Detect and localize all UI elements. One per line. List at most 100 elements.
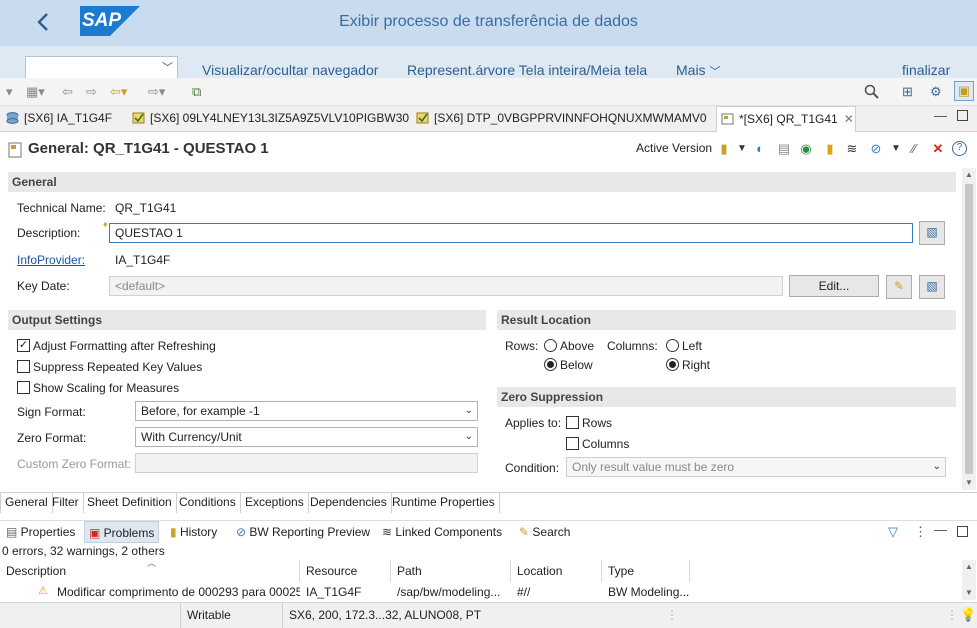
problems-summary: 0 errors, 32 warnings, 2 others: [2, 544, 165, 558]
maximize-icon[interactable]: [957, 110, 968, 121]
sap-header: SAP Exibir processo de transferência de …: [0, 0, 977, 46]
editor-tab-bar: [SX6] IA_T1G4F [SX6] 09LY4LNEY13L3IZ5A9Z…: [0, 106, 977, 132]
page-title: Exibir processo de transferência de dado…: [339, 13, 638, 30]
key-date-field[interactable]: <default>: [109, 276, 783, 296]
scroll-up-icon[interactable]: ▲: [965, 170, 973, 179]
activate-icon[interactable]: ▮: [822, 141, 838, 157]
infoprovider-link[interactable]: InfoProvider:: [17, 253, 85, 267]
chevron-down-icon[interactable]: ▼: [734, 141, 750, 157]
edit-button[interactable]: Edit...: [789, 275, 879, 297]
translate-button[interactable]: ▧: [919, 221, 945, 245]
tab-sheet-definition[interactable]: Sheet Definition: [83, 493, 177, 513]
zero-format-select[interactable]: With Currency/Unit ⌄: [135, 427, 478, 447]
tab-infoprovider[interactable]: [SX6] IA_T1G4F: [2, 106, 127, 132]
redo-icon[interactable]: ⇨: [86, 83, 97, 101]
bw-modeling-perspective-icon[interactable]: ▣: [954, 81, 974, 101]
sort-up-icon: ︿: [147, 558, 157, 568]
history-icon: ▮: [170, 525, 180, 539]
tab-label: Search: [532, 525, 571, 539]
chevron-down-icon[interactable]: ▼: [888, 141, 904, 157]
scroll-up-icon[interactable]: ▲: [965, 562, 973, 571]
menu-finish[interactable]: finalizar: [902, 62, 950, 78]
delete-icon[interactable]: ✕: [930, 141, 946, 157]
tip-icon[interactable]: 💡: [960, 607, 976, 623]
link-icon[interactable]: ⁄⁄: [906, 141, 922, 157]
back-nav-icon[interactable]: ⇦▾: [110, 83, 127, 101]
col-path[interactable]: Path: [391, 560, 511, 582]
tab-query-active[interactable]: *[SX6] QR_T1G41 ✕: [716, 106, 856, 132]
zero-columns-label: Columns: [582, 437, 630, 451]
forward-nav-icon[interactable]: ⇨▾: [148, 83, 165, 101]
query-icon: [8, 142, 22, 158]
tab-search[interactable]: ✎ Search: [519, 521, 570, 543]
tab-dtp[interactable]: [SX6] DTP_0VBGPPRVINNFOHQNUXMWMAMV0: [412, 106, 712, 132]
tab-conditions[interactable]: Conditions: [175, 493, 241, 513]
custom-zero-format-field: [135, 453, 478, 473]
editor-scrollbar[interactable]: ▲ ▼: [962, 168, 976, 490]
view-menu-icon[interactable]: ⋮: [914, 524, 927, 540]
suppress-repeated-checkbox[interactable]: [17, 360, 30, 373]
command-combo[interactable]: ﹀: [25, 56, 178, 80]
show-scaling-checkbox[interactable]: [17, 381, 30, 394]
zero-columns-checkbox[interactable]: [566, 437, 579, 450]
condition-value: Only result value must be zero: [572, 460, 735, 474]
rows-above-radio[interactable]: [544, 339, 557, 352]
rows-below-radio[interactable]: [544, 358, 557, 371]
suppress-repeated-label: Suppress Repeated Key Values: [33, 360, 203, 374]
bw-perspective-icon[interactable]: ⚙: [930, 83, 942, 101]
col-type[interactable]: Type: [602, 560, 690, 582]
scroll-down-icon[interactable]: ▼: [965, 588, 973, 597]
tab-problems[interactable]: ▣ Problems: [84, 521, 160, 543]
version-icon[interactable]: ▮: [716, 141, 732, 157]
tab-transformation[interactable]: [SX6] 09LY4LNEY13L3IZ5A9Z5VLV10PIGBW30: [128, 106, 409, 132]
dropdown-icon[interactable]: ▾: [6, 83, 13, 101]
close-tab-icon[interactable]: ✕: [844, 112, 854, 126]
where-used-icon[interactable]: ≋: [844, 141, 860, 157]
undo-icon[interactable]: ⇦: [62, 83, 73, 101]
query-icon: [721, 113, 734, 125]
refresh-icon[interactable]: ◐: [752, 141, 768, 157]
minimize-icon[interactable]: —: [934, 108, 947, 123]
menu-toggle-navigator[interactable]: Visualizar/ocultar navegador: [202, 62, 378, 78]
tab-exceptions[interactable]: Exceptions: [241, 493, 309, 513]
minimize-icon[interactable]: —: [934, 522, 947, 537]
scroll-down-icon[interactable]: ▼: [965, 478, 973, 487]
chevron-down-icon: ﹀: [162, 62, 173, 74]
menu-more[interactable]: Mais ﹀: [676, 62, 720, 79]
scroll-thumb[interactable]: [965, 184, 973, 474]
new-window-icon[interactable]: ⧉: [192, 83, 201, 101]
maximize-icon[interactable]: [957, 526, 968, 537]
col-location[interactable]: Location: [511, 560, 602, 582]
perspective-icon[interactable]: ⊞: [902, 83, 913, 101]
zero-rows-checkbox[interactable]: [566, 416, 579, 429]
problems-scrollbar[interactable]: ▲ ▼: [962, 560, 976, 600]
col-resource[interactable]: Resource: [300, 560, 391, 582]
sign-format-select[interactable]: Before, for example -1 ⌄: [135, 401, 478, 421]
result-location-header: Result Location: [497, 310, 956, 330]
save-icon[interactable]: ▦▾: [26, 83, 45, 101]
columns-left-radio[interactable]: [666, 339, 679, 352]
variable-icon[interactable]: ▧: [919, 275, 945, 299]
tab-bw-reporting-preview[interactable]: ⊘ BW Reporting Preview: [236, 521, 370, 543]
filter-icon[interactable]: ▽: [888, 524, 898, 540]
tab-runtime-properties[interactable]: Runtime Properties: [388, 493, 500, 513]
print-icon[interactable]: ▤: [776, 141, 792, 157]
pencil-icon[interactable]: ✎: [886, 275, 912, 299]
row-path: /sap/bw/modeling...: [397, 585, 501, 599]
search-icon[interactable]: [864, 84, 880, 100]
description-field[interactable]: QUESTAO 1: [109, 223, 913, 243]
adjust-formatting-checkbox[interactable]: ✓: [17, 339, 30, 352]
tab-linked-components[interactable]: ≋ Linked Components: [382, 521, 502, 543]
check-icon[interactable]: ◉: [798, 141, 814, 157]
menu-tree-display[interactable]: Represent.árvore Tela inteira/Meia tela: [407, 62, 647, 78]
preview-icon[interactable]: ⊘: [868, 141, 884, 157]
columns-right-radio[interactable]: [666, 358, 679, 371]
tab-history[interactable]: ▮ History: [170, 521, 217, 543]
tab-general[interactable]: General: [0, 493, 53, 513]
tab-properties[interactable]: ▤ Properties: [6, 521, 75, 543]
tab-dependencies[interactable]: Dependencies: [306, 493, 392, 513]
tab-filter[interactable]: Filter: [48, 493, 84, 513]
tab-label: [SX6] DTP_0VBGPPRVINNFOHQNUXMWMAMV0: [434, 111, 707, 125]
help-icon[interactable]: ?: [952, 141, 967, 156]
custom-zero-format-label: Custom Zero Format:: [17, 457, 132, 471]
